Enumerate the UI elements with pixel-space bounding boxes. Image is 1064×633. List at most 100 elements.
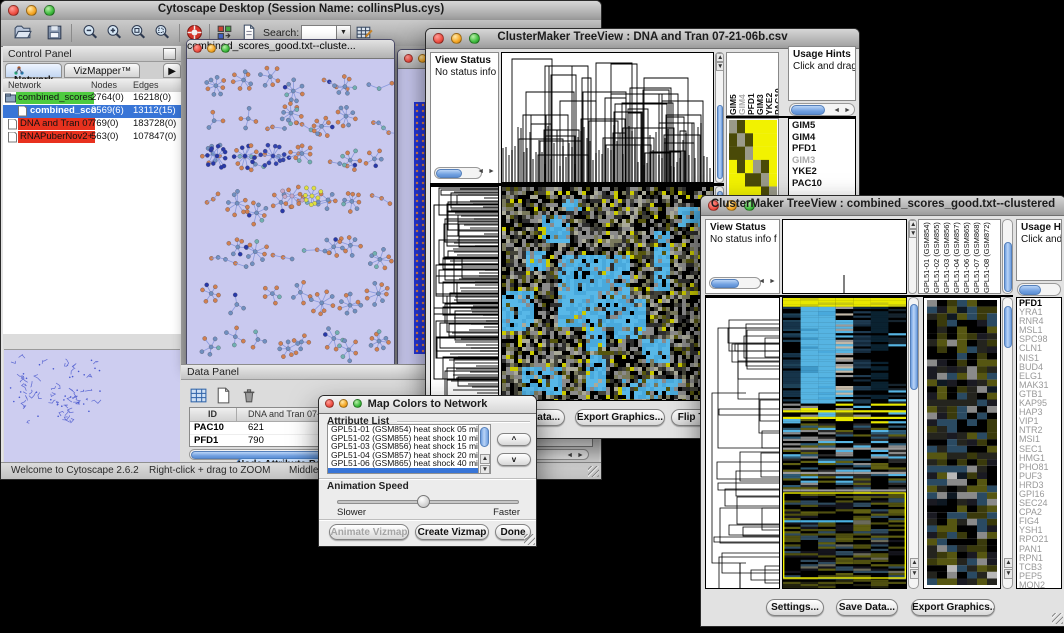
tv1-heatmap[interactable] [501, 186, 714, 401]
divider [319, 478, 536, 480]
attribute-list-scrollbar[interactable]: ▲ ▼ [478, 425, 490, 474]
zoom-window-icon[interactable] [221, 44, 230, 53]
save-icon[interactable] [45, 23, 65, 43]
network-row-combined-scores[interactable]: combined_scores2764(0)16218(0) [3, 92, 181, 105]
network-list: combined_scores2764(0)16218(0)combined_s… [3, 92, 181, 334]
minimize-icon[interactable] [207, 44, 216, 53]
document-icon [17, 106, 28, 117]
search-label: Search: [263, 27, 299, 39]
search-dropdown-icon[interactable]: ▼ [336, 25, 351, 40]
tv2-status-hscrollbar[interactable] [709, 277, 761, 289]
tv2-column-labels: GPL51-01 (GSM854)GPL51-02 (GSM855)GPL51-… [918, 219, 1001, 294]
zoom-out-icon[interactable] [81, 23, 101, 43]
network-row-rnapubernov2-[interactable]: RNAPuberNov2+563(0)107847(0) [3, 131, 181, 144]
save-data--button[interactable]: Save Data... [836, 599, 898, 616]
resize-grip[interactable] [1052, 613, 1063, 624]
gene-label[interactable]: GIM5 [789, 120, 855, 132]
network-row-combined-sco[interactable]: combined_sco2569(6)13112(15) [3, 105, 181, 118]
tv2-titlebar[interactable]: ClusterMaker TreeView : combined_scores_… [701, 196, 1064, 216]
tv2-row-dendrogram[interactable] [705, 297, 780, 589]
attribute-listbox[interactable]: GPL51-01 (GSM854) heat shock 05 minGPL51… [327, 424, 491, 474]
tv1-hints-hscrollbar[interactable]: ◄ ► [789, 103, 855, 116]
tab-overflow-icon[interactable]: ▶ [163, 63, 181, 78]
zoom-in-icon[interactable] [105, 23, 125, 43]
float-panel-icon[interactable] [163, 48, 176, 60]
tv2-summary-vscrollbar[interactable]: ▲ ▼ [1002, 297, 1013, 589]
new-attribute-icon[interactable] [214, 386, 234, 406]
gene-label[interactable]: GIM3 [789, 155, 855, 167]
tv2-column-dendrogram[interactable] [782, 219, 907, 294]
tv1-row-dendrogram[interactable] [430, 186, 499, 401]
dialog-titlebar[interactable]: Map Colors to Network [319, 396, 536, 414]
document-icon [7, 119, 18, 130]
resize-grip[interactable] [588, 466, 599, 477]
create-vizmap-button[interactable]: Create Vizmap [415, 524, 489, 540]
move-up-button[interactable]: ^ [497, 433, 531, 446]
tv2-hints-hscrollbar[interactable] [1017, 283, 1061, 296]
animate-vizmap-button[interactable]: Animate Vizmap [329, 524, 409, 540]
tv2-heat-vscrollbar[interactable]: ▲ ▼ [908, 297, 919, 589]
column-label: PAC10 [774, 55, 779, 115]
folder-icon [5, 93, 16, 104]
network-row-dna-and-tran-07[interactable]: DNA and Tran 07769(0)183728(0) [3, 118, 181, 131]
tv2-usage-hints-panel: Usage Hi Click and [1016, 219, 1062, 281]
column-label: GPL51-03 (GSM856) [942, 220, 952, 293]
gene-label[interactable]: PAC10 [789, 178, 855, 190]
network-overview-panel[interactable] [4, 349, 180, 462]
toolbar-separator [71, 24, 72, 42]
tv2-top-strip[interactable]: ▲ ▼ [908, 219, 917, 294]
close-icon[interactable] [404, 54, 413, 63]
tv2-summary-panel[interactable] [923, 297, 1001, 589]
tv2-labels-vscrollbar[interactable] [1002, 219, 1013, 294]
tv2-view-status-panel: View Status No status info f ◄ ► [705, 219, 780, 294]
settings--button[interactable]: Settings... [766, 599, 824, 616]
treeview-window-combined: ClusterMaker TreeView : combined_scores_… [700, 195, 1064, 627]
gene-label[interactable]: GIM4 [789, 132, 855, 144]
search-input[interactable] [301, 25, 337, 40]
move-down-button[interactable]: v [497, 453, 531, 466]
export-graphics--button[interactable]: Export Graphics... [575, 409, 665, 426]
delete-attribute-icon[interactable] [239, 386, 259, 406]
tv1-title: ClusterMaker TreeView : DNA and Tran 07-… [426, 31, 859, 43]
tv2-heatmap[interactable] [782, 297, 907, 589]
control-panel-tabs: NetworkVizMapper™ ▶ [3, 62, 181, 80]
network-table-header: Network Nodes Edges [3, 79, 181, 93]
main-titlebar[interactable]: Cytoscape Desktop (Session Name: collins… [1, 1, 601, 21]
network-view-1-titlebar[interactable]: combined_scores_good.txt--cluste... [187, 40, 394, 59]
tv1-usage-hints-panel: Usage Hints Click and drag tc [788, 46, 856, 101]
main-window-title: Cytoscape Desktop (Session Name: collins… [1, 3, 601, 15]
map-colors-dialog: Map Colors to Network Attribute List GPL… [318, 395, 537, 547]
gene-label[interactable]: PFD1 [789, 143, 855, 155]
gene-label[interactable]: YKE2 [789, 166, 855, 178]
status-pan-hint: Middle- [289, 465, 322, 476]
tv1-status-hscrollbar[interactable] [434, 167, 482, 179]
status-zoom-hint: Right-click + drag to ZOOM [149, 465, 270, 476]
toolbar-separator [179, 24, 180, 42]
zoom-selected-icon[interactable] [153, 23, 173, 43]
tv1-column-labels: GIM5GIM4PFD1GIM3YKE2PAC10 [726, 52, 779, 116]
resize-grip[interactable] [524, 534, 535, 545]
selected-attribute-row[interactable] [328, 468, 478, 473]
column-label: GPL51-07 (GSM868) [972, 220, 982, 293]
tv1-column-dendrogram[interactable] [501, 52, 714, 183]
tab-vizmapper-[interactable]: VizMapper™ [64, 63, 140, 78]
network-canvas[interactable] [187, 58, 394, 364]
zoom-fit-icon[interactable] [129, 23, 149, 43]
tv1-top-vscrollbar[interactable]: ▲ ▼ [715, 52, 724, 183]
document-icon [7, 132, 18, 143]
export-graphics--button[interactable]: Export Graphics... [911, 599, 995, 616]
slider-thumb-icon[interactable] [417, 495, 430, 508]
column-label: GPL51-04 (GSM857) [952, 220, 962, 293]
column-label: GPL51-08 (GSM872) [982, 220, 992, 293]
slower-label: Slower [337, 507, 366, 518]
attribute-table-icon[interactable] [189, 386, 209, 406]
column-label: GPL51-06 (GSM865) [962, 220, 972, 293]
gene-label[interactable]: MON2 [1017, 581, 1061, 589]
network-view-window-1[interactable]: combined_scores_good.txt--cluste... [186, 39, 395, 365]
tv2-gene-list[interactable]: PFD1YRA1RNR4MSL1SPC98CLN1NIS1BUD4ELG1MAK… [1016, 297, 1062, 589]
tab-network[interactable]: Network [5, 63, 62, 78]
close-icon[interactable] [193, 44, 202, 53]
divider [397, 421, 530, 423]
open-file-icon[interactable] [13, 23, 33, 43]
column-label: GPL51-01 (GSM854) [922, 220, 932, 293]
